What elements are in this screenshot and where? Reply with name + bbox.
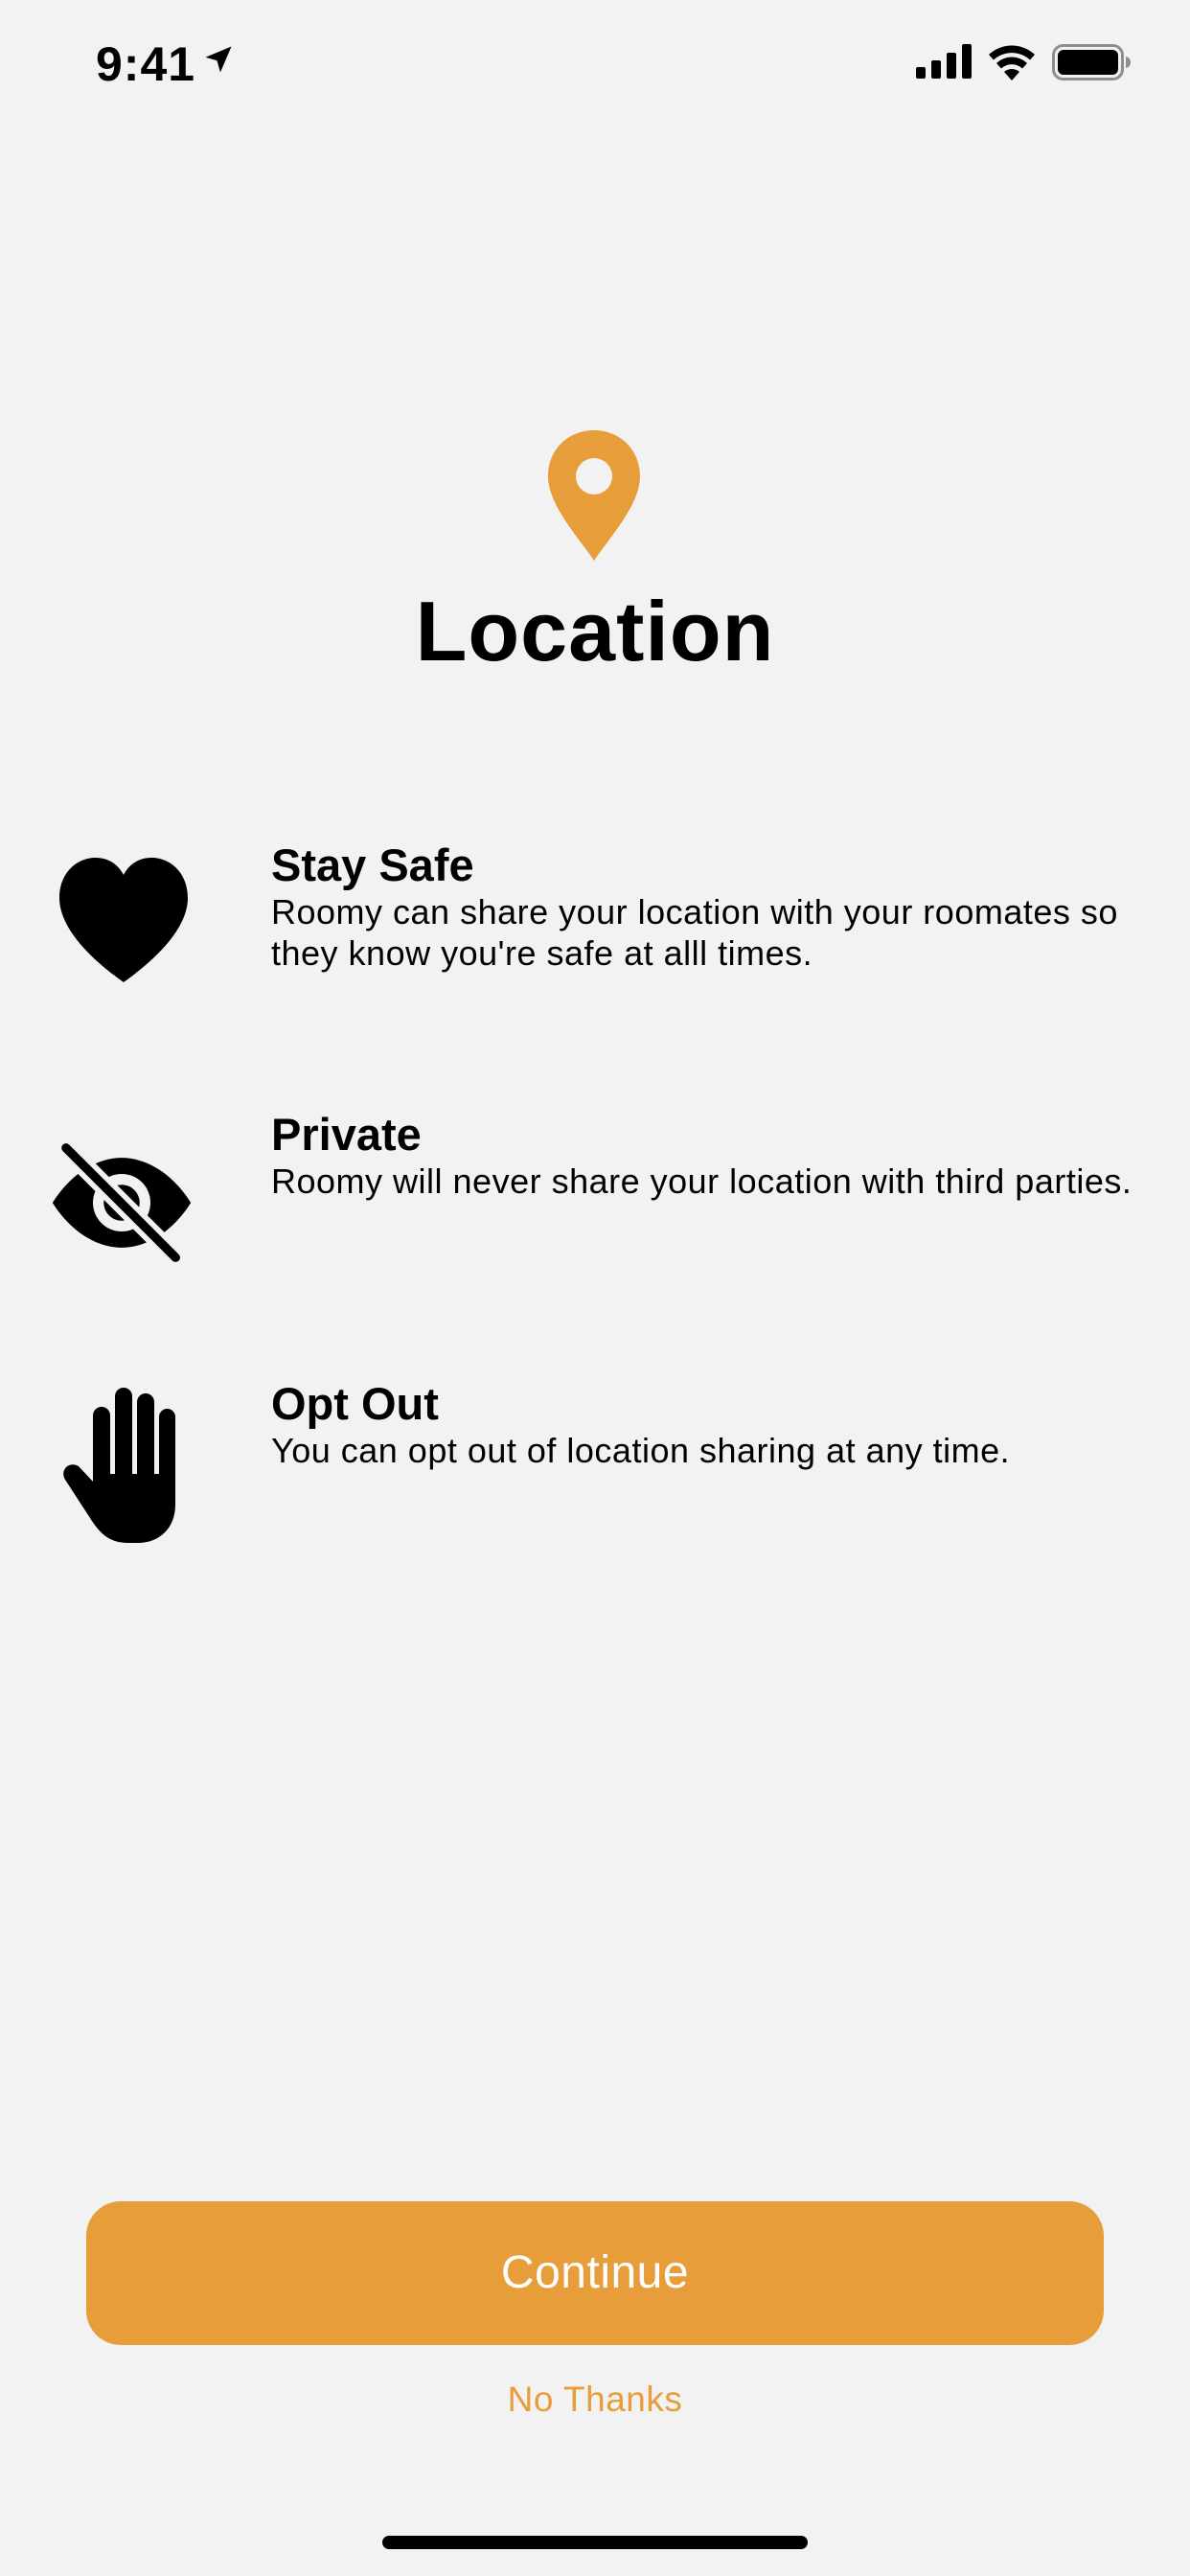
- feature-title: Opt Out: [271, 1378, 439, 1429]
- feature-description-line: Roomy will never share your location wit…: [271, 1162, 1133, 1201]
- status-time: 9:41: [96, 37, 196, 91]
- home-indicator[interactable]: [382, 2536, 808, 2549]
- feature-description-line: You can opt out of location sharing at a…: [271, 1431, 1011, 1470]
- map-pin-icon: [548, 430, 640, 561]
- feature-stay-safe: Stay Safe Roomy can share your location …: [271, 840, 1172, 974]
- battery-icon: [1052, 44, 1131, 80]
- feature-description: You can opt out of location sharing at a…: [271, 1430, 1172, 1471]
- no-thanks-button[interactable]: No Thanks: [0, 2380, 1190, 2420]
- eye-slash-icon: [52, 1138, 192, 1268]
- feature-opt-out: Opt Out You can opt out of location shar…: [271, 1378, 1172, 1471]
- feature-title: Private: [271, 1109, 422, 1160]
- cellular-signal-icon: [916, 44, 972, 79]
- feature-private: Private Roomy will never share your loca…: [271, 1109, 1172, 1202]
- feature-description-line: Roomy can share your location with your …: [271, 892, 1118, 932]
- heart-icon: [59, 858, 188, 982]
- location-arrow-icon: [205, 46, 232, 73]
- feature-description: Roomy will never share your location wit…: [271, 1161, 1172, 1202]
- status-bar: 9:41: [0, 0, 1190, 126]
- page-title: Location: [415, 584, 775, 678]
- feature-description-line: they know you're safe at alll times.: [271, 933, 813, 973]
- feature-description: Roomy can share your location with your …: [271, 891, 1172, 974]
- raised-hand-icon: [63, 1388, 175, 1543]
- continue-button[interactable]: Continue: [86, 2201, 1104, 2345]
- wifi-icon: [989, 45, 1035, 80]
- feature-title: Stay Safe: [271, 840, 474, 890]
